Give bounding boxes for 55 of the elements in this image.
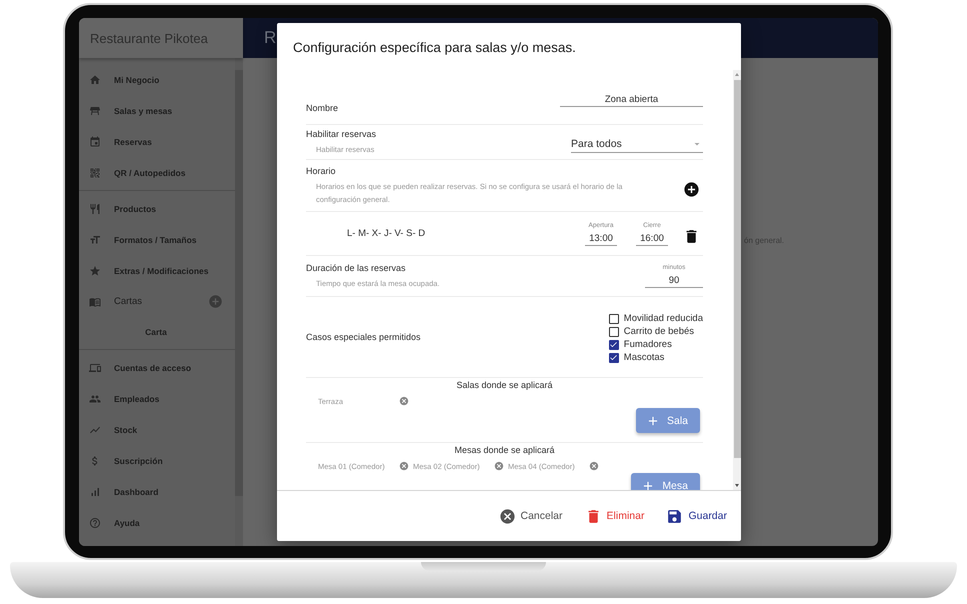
help-icon xyxy=(89,516,101,528)
checkbox[interactable]: Movilidad reducida xyxy=(608,313,703,324)
sidebar-item[interactable]: Productos xyxy=(79,193,235,224)
sidebar-item[interactable]: Stock xyxy=(79,414,235,445)
name-field[interactable]: Zona abierta xyxy=(560,92,703,106)
sidebar-subitem[interactable]: Carta xyxy=(79,317,235,347)
cancel-icon xyxy=(498,508,516,524)
qr-code-icon xyxy=(89,166,101,178)
remove-icon[interactable] xyxy=(589,461,599,471)
table-icon xyxy=(89,104,101,116)
app-title: Restaurante Pikotea xyxy=(90,30,208,46)
add-icon[interactable] xyxy=(683,181,700,198)
delete-button[interactable]: Eliminar xyxy=(584,508,644,524)
field-label: Casos especiales permitidos xyxy=(306,332,421,342)
page-title: R xyxy=(264,28,276,48)
add-table-button[interactable]: Mesa xyxy=(631,473,700,490)
home-icon xyxy=(89,74,101,86)
sidebar-item[interactable]: Cuentas de acceso xyxy=(79,352,235,383)
sidebar-item[interactable]: Empleados xyxy=(79,383,235,414)
sidebar-item[interactable]: Ayuda xyxy=(79,507,235,538)
add-room-button[interactable]: Sala xyxy=(636,408,700,433)
checkbox[interactable]: Mascotas xyxy=(608,352,703,363)
sidebar-item[interactable]: Formatos / Tamaños xyxy=(79,224,235,255)
people-icon xyxy=(89,392,101,404)
calendar-icon xyxy=(89,136,101,148)
bar-chart-icon xyxy=(89,486,101,498)
sidebar-item[interactable]: QR / Autopedidos xyxy=(79,157,235,188)
sidebar-item[interactable]: Suscripción xyxy=(79,445,235,476)
dialog-title: Configuración específica para salas y/o mesas. xyxy=(293,40,576,55)
star-icon xyxy=(89,264,101,276)
remove-icon[interactable] xyxy=(494,461,504,471)
field-label: Horario xyxy=(306,166,337,176)
cancel-button[interactable]: Cancelar xyxy=(498,508,563,524)
section-title: Mesas donde se aplicará xyxy=(454,445,555,455)
save-button[interactable]: Guardar xyxy=(666,508,727,524)
days-text: L- M- X- J- V- S- D xyxy=(347,228,426,239)
fork-knife-icon xyxy=(89,202,101,214)
select-field[interactable]: Para todos xyxy=(571,138,703,152)
devices-icon xyxy=(89,362,101,374)
field-label: Habilitar reservas xyxy=(306,128,376,138)
checkbox[interactable]: Carrito de bebés xyxy=(608,326,703,337)
sidebar-item[interactable]: Extras / Modificaciones xyxy=(79,255,235,286)
sidebar-item[interactable]: Dashboard xyxy=(79,476,235,507)
sidebar-section[interactable]: Cartas xyxy=(79,286,235,317)
field-label: Nombre xyxy=(306,103,338,113)
sidebar-item[interactable]: Mi Negocio xyxy=(79,64,235,95)
field-label: Duración de las reservas xyxy=(306,262,407,272)
sidebar-item[interactable]: Reservas xyxy=(79,126,235,157)
remove-icon[interactable] xyxy=(399,396,409,406)
sidebar-item[interactable]: Salas y mesas xyxy=(79,95,235,126)
book-icon xyxy=(89,296,101,308)
text-size-icon xyxy=(89,234,101,246)
checkbox[interactable]: Fumadores xyxy=(608,339,703,350)
section-title: Salas donde se aplicará xyxy=(456,380,553,390)
remove-icon[interactable] xyxy=(399,461,409,471)
